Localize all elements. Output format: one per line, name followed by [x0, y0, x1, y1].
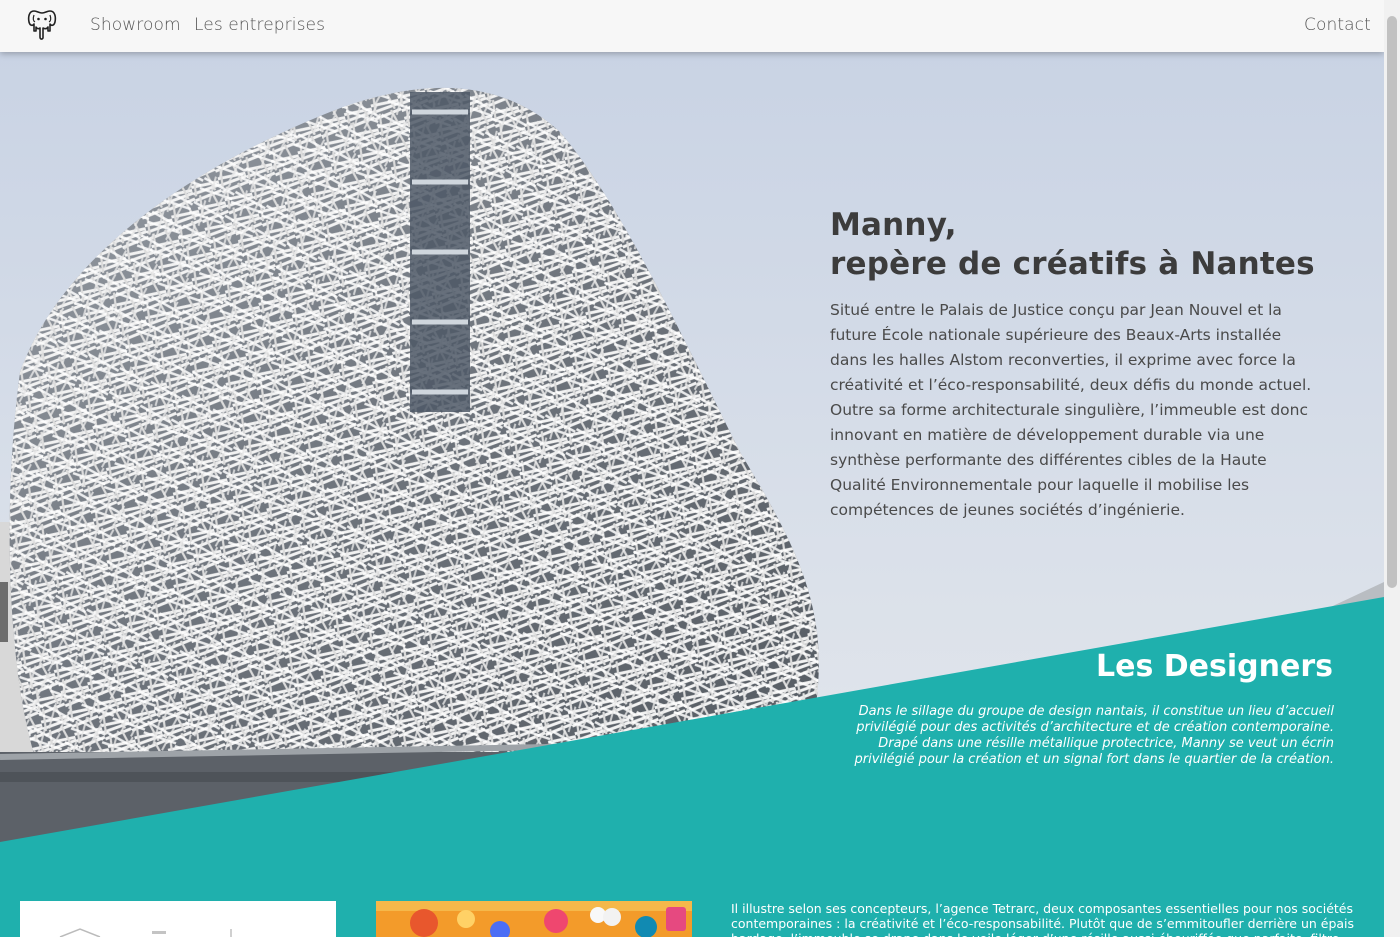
designer-card-image-2[interactable]	[376, 901, 692, 937]
top-navbar: Showroom Les entreprises Contact	[0, 0, 1384, 52]
hero-title-line2: repère de créatifs à Nantes	[830, 246, 1315, 282]
page-scrollbar[interactable]	[1384, 0, 1400, 937]
hero-text-block: Manny, repère de créatifs à Nantes Situé…	[830, 206, 1320, 523]
nav-link-contact[interactable]: Contact	[1304, 15, 1371, 35]
elephant-logo-icon[interactable]	[25, 7, 59, 41]
hero-title-line1: Manny,	[830, 207, 957, 243]
nav-link-showroom[interactable]: Showroom	[90, 15, 181, 35]
hero-paragraph: Situé entre le Palais de Justice conçu p…	[830, 301, 1312, 519]
designers-text: Dans le sillage du groupe de design nant…	[854, 704, 1334, 767]
designer-card-image-1[interactable]	[20, 901, 336, 937]
nav-link-entreprises[interactable]: Les entreprises	[194, 15, 325, 35]
card-2-illustration	[376, 901, 692, 937]
bottom-description: Il illustre selon ses concepteurs, l’age…	[731, 901, 1355, 937]
scrollbar-thumb[interactable]	[1387, 16, 1397, 588]
card-1-illustration	[20, 901, 336, 937]
designers-title: Les Designers	[1096, 649, 1333, 684]
hero-title: Manny, repère de créatifs à Nantes	[830, 206, 1320, 284]
hero-section: Manny, repère de créatifs à Nantes Situé…	[0, 52, 1384, 937]
